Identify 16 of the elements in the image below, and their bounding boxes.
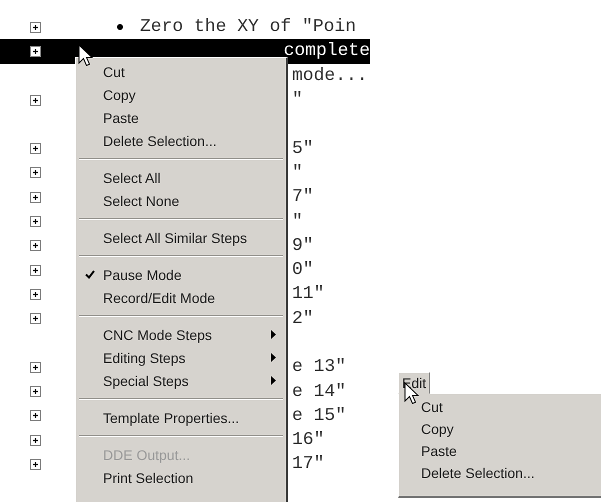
step-text: " [292, 162, 303, 183]
step-text: 17" [292, 454, 324, 474]
step-text: e 15" [292, 406, 346, 426]
step-text: " [292, 90, 303, 110]
step-text: 11" [292, 284, 324, 304]
step-text: Zero the XY of "Poin [140, 17, 356, 38]
step-text: " [292, 212, 303, 232]
step-text: e 14" [292, 382, 346, 402]
step-text: 5" [292, 138, 314, 159]
step-text: 16" [292, 430, 324, 450]
step-text: 0" [292, 260, 314, 280]
step-text: e 13" [292, 357, 346, 378]
step-text: 7" [292, 187, 314, 208]
step-text: 9" [292, 236, 314, 256]
step-text: 2" [292, 308, 314, 329]
step-text: complete [284, 41, 370, 62]
